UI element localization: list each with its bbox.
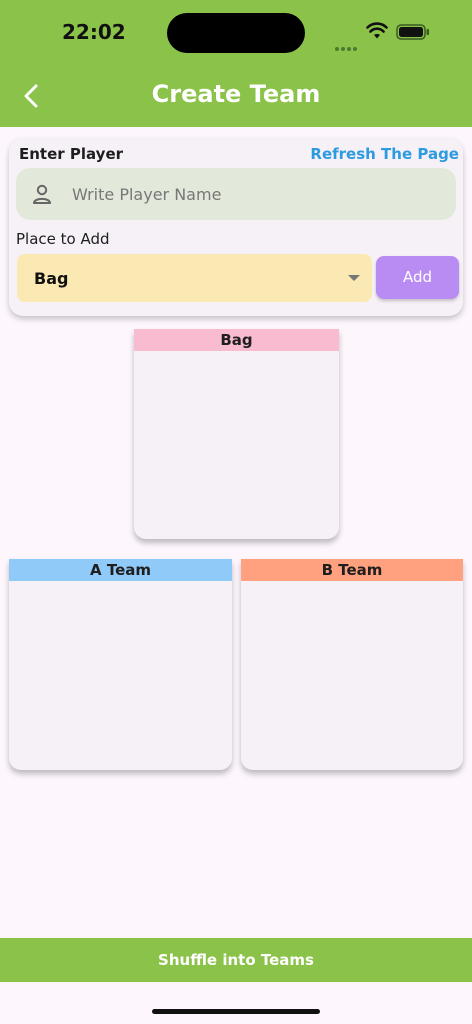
page-title: Create Team bbox=[151, 80, 321, 108]
a-team-box[interactable]: A Team bbox=[9, 559, 232, 770]
player-name-input[interactable] bbox=[72, 168, 442, 220]
home-indicator[interactable] bbox=[152, 1009, 320, 1014]
bag-box-title: Bag bbox=[134, 329, 339, 351]
b-team-box[interactable]: B Team bbox=[241, 559, 463, 770]
app-bar: 22:02 Create Team bbox=[0, 0, 472, 127]
person-icon bbox=[33, 184, 51, 204]
place-to-add-select[interactable]: Bag bbox=[17, 254, 372, 302]
enter-player-card: Enter Player Refresh The Page Place to A… bbox=[9, 138, 463, 316]
dynamic-island bbox=[167, 13, 305, 53]
bag-box[interactable]: Bag bbox=[134, 329, 339, 539]
dropdown-arrow-icon bbox=[348, 275, 360, 281]
b-team-box-title: B Team bbox=[241, 559, 463, 581]
player-name-field[interactable] bbox=[16, 168, 456, 220]
a-team-box-title: A Team bbox=[9, 559, 232, 581]
wifi-icon bbox=[366, 22, 388, 39]
refresh-page-link[interactable]: Refresh The Page bbox=[310, 145, 459, 163]
battery-icon bbox=[396, 24, 429, 40]
cellular-signal-icon bbox=[335, 36, 359, 55]
shuffle-into-teams-button[interactable]: Shuffle into Teams bbox=[0, 938, 472, 982]
add-button[interactable]: Add bbox=[376, 256, 459, 299]
place-select-value: Bag bbox=[34, 269, 69, 288]
enter-player-label: Enter Player bbox=[19, 145, 124, 163]
status-time: 22:02 bbox=[62, 20, 126, 44]
place-to-add-label: Place to Add bbox=[16, 230, 110, 248]
